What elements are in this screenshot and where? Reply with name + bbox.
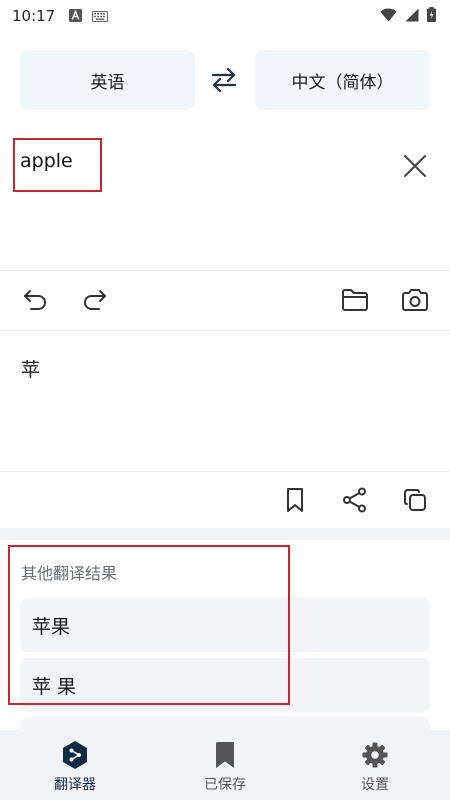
target-language-button[interactable]: 中文（简体） — [255, 50, 430, 110]
bookmark-icon — [211, 740, 239, 770]
undo-icon — [24, 290, 47, 310]
camera-icon — [402, 289, 428, 311]
nav-label: 设置 — [361, 777, 389, 793]
status-time: 10:17 — [12, 7, 56, 25]
translator-icon — [61, 740, 89, 770]
nav-settings[interactable]: 设置 — [300, 730, 450, 800]
language-selector: 英语 中文（简体） — [20, 50, 430, 110]
keyboard-icon — [92, 7, 109, 26]
alternative-translations: 其他翻译结果 苹果 苹 果 — [0, 540, 450, 730]
alternative-item-partial[interactable] — [20, 717, 430, 730]
wifi-icon — [380, 7, 397, 26]
undo-button[interactable] — [20, 285, 50, 315]
share-icon — [343, 487, 366, 513]
translation-output-area: 苹 — [0, 331, 450, 471]
camera-button[interactable] — [400, 285, 430, 315]
section-separator — [0, 528, 450, 540]
gear-icon — [361, 740, 389, 770]
share-button[interactable] — [340, 485, 370, 515]
copy-icon — [404, 489, 426, 511]
input-toolbar — [0, 271, 450, 329]
battery-icon — [427, 6, 436, 26]
clear-input-button[interactable] — [402, 153, 428, 179]
status-bar: 10:17 — [0, 0, 450, 32]
close-icon — [404, 155, 426, 177]
nav-translator[interactable]: 翻译器 — [0, 730, 150, 800]
bottom-navigation: 翻译器 已保存 设置 — [0, 730, 450, 800]
swap-languages-button[interactable] — [207, 64, 241, 96]
font-a-icon — [69, 7, 83, 26]
input-highlight-box — [13, 138, 102, 192]
copy-button[interactable] — [400, 485, 430, 515]
nav-saved[interactable]: 已保存 — [150, 730, 300, 800]
output-toolbar — [0, 472, 450, 528]
alternatives-highlight-box — [8, 545, 290, 705]
open-file-button[interactable] — [340, 285, 370, 315]
source-language-button[interactable]: 英语 — [20, 50, 195, 110]
source-text-area[interactable]: apple — [0, 138, 450, 270]
swap-icon — [211, 67, 237, 93]
redo-button[interactable] — [80, 285, 110, 315]
save-translation-button[interactable] — [280, 485, 310, 515]
folder-icon — [342, 289, 368, 311]
nav-label: 已保存 — [204, 777, 246, 793]
redo-icon — [83, 290, 106, 310]
signal-icon — [405, 7, 419, 26]
translation-output-text: 苹 — [21, 359, 41, 381]
bookmark-outline-icon — [287, 488, 303, 512]
nav-label: 翻译器 — [54, 777, 96, 793]
